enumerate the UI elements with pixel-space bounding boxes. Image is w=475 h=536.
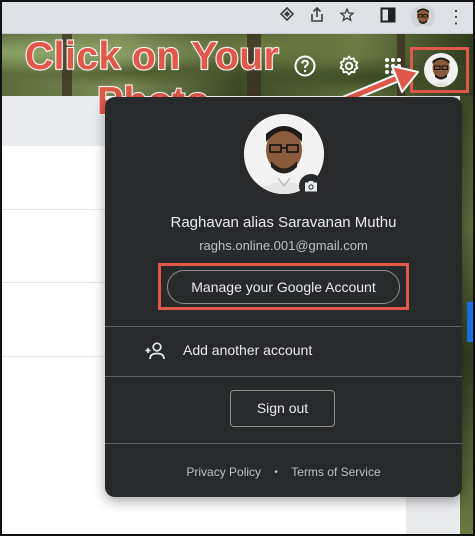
share-icon[interactable] [307,6,327,27]
page-blue-accent [467,302,473,342]
privacy-policy-link[interactable]: Privacy Policy [186,465,261,479]
help-icon[interactable] [293,54,317,78]
page-divider [2,282,107,283]
terms-of-service-link[interactable]: Terms of Service [291,465,380,479]
add-account-label: Add another account [183,342,313,358]
divider [105,376,462,377]
page-divider [2,209,107,210]
account-email: raghs.online.001@gmail.com [199,238,368,253]
footer-separator: • [274,467,278,478]
sidebar-icon[interactable] [378,7,398,27]
browser-toolbar: ⋮ [2,2,473,34]
camera-icon[interactable] [299,174,323,198]
page-content-left [2,96,107,534]
account-popup: Raghavan alias Saravanan Muthu raghs.onl… [105,97,462,497]
screenshot-frame: ⋮ Click on Your Raghavan alias Saravanan… [0,0,475,536]
manage-highlight-box [158,263,409,310]
page-divider [2,356,107,357]
profile-avatar[interactable] [411,5,435,29]
account-name: Raghavan alias Saravanan Muthu [170,214,397,231]
star-icon[interactable] [337,7,357,27]
more-vert-icon[interactable]: ⋮ [447,6,465,28]
add-person-icon [145,342,165,360]
divider [105,443,462,444]
page-gray-strip [2,96,107,146]
sign-out-button[interactable]: Sign out [230,390,335,427]
callout-line-1: Click on Your [24,34,280,79]
extension-diamond-icon[interactable] [277,6,297,27]
popup-footer: Privacy Policy • Terms of Service [105,465,462,479]
add-account-row[interactable]: Add another account [105,326,462,376]
